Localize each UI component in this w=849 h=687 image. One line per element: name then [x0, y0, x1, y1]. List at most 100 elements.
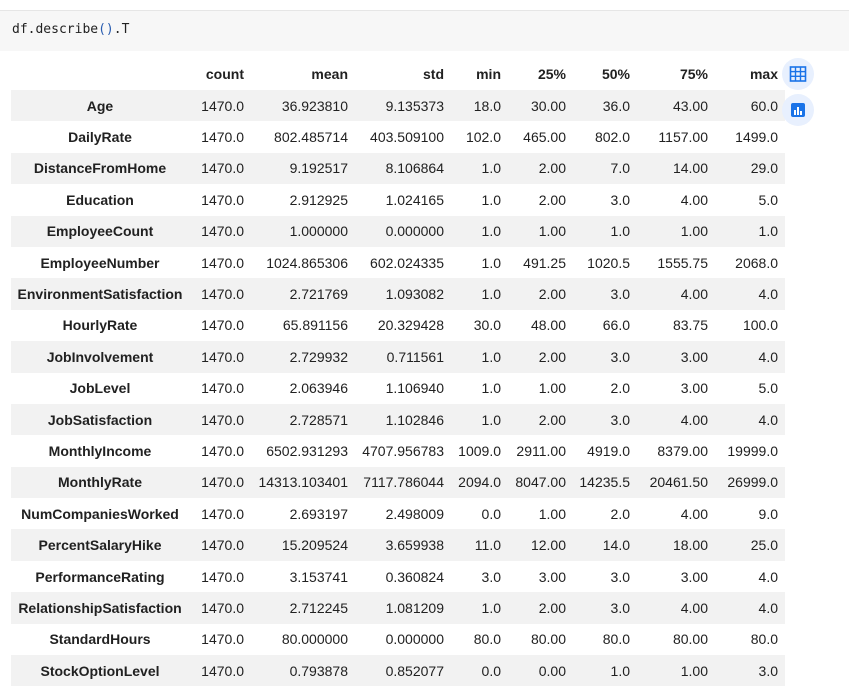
table-cell: 2.063946	[289, 380, 348, 397]
header-row: count mean std min 25% 50% 75% max	[11, 58, 785, 90]
table-cell: 3.0	[610, 568, 630, 585]
table-cell: 2068.0	[735, 254, 778, 271]
table-cell: 802.0	[594, 129, 630, 146]
table-cell: 1470.0	[201, 380, 244, 397]
table-cell: 491.25	[523, 254, 566, 271]
table-cell: 1470.0	[201, 129, 244, 146]
table-cell: 2.729932	[289, 348, 348, 365]
table-cell: 1024.865306	[266, 254, 348, 271]
table-cell: 1.102846	[385, 411, 444, 428]
table-cell: 0.000000	[385, 223, 444, 240]
table-cell: 3.0	[610, 348, 630, 365]
row-label: JobSatisfaction	[47, 411, 153, 428]
table-cell: 2.0	[610, 505, 630, 522]
table-cell: 1.093082	[385, 286, 444, 303]
table-row: Education 1470.0 2.912925 1.024165 1.0 2.00 3.…	[11, 184, 785, 216]
table-row: DailyRate 1470.0 802.485714 403.509100 102.0…	[11, 121, 785, 153]
table-cell: 9.0	[758, 505, 778, 522]
table-row: JobInvolvement 1470.0 2.729932 0.711561 1.0 2…	[11, 341, 785, 373]
table-cell: 1.0	[481, 160, 501, 177]
table-cell: 1.0	[481, 599, 501, 616]
table-cell: 1555.75	[657, 254, 708, 271]
table-cell: 403.509100	[370, 129, 444, 146]
table-row: PerformanceRating 1470.0 3.153741 0.360824 3…	[11, 560, 785, 593]
table-row: PercentSalaryHike 1470.0 15.209524 3.659938…	[11, 529, 785, 561]
table-cell: 3.00	[680, 380, 708, 397]
column-header: 25%	[537, 66, 566, 82]
table-cell: 465.00	[523, 129, 566, 146]
code-cell[interactable]: df.describe().T	[0, 11, 849, 51]
table-cell: 29.0	[750, 160, 778, 177]
table-row: MonthlyRate 1470.0 14313.103401 7117.786044…	[11, 466, 785, 499]
row-label: Age	[86, 97, 114, 114]
table-cell: 4.00	[680, 411, 708, 428]
table-cell: 80.00	[530, 631, 566, 648]
table-row: JobLevel 1470.0 2.063946 1.106940 1.0 1.00 2.0…	[11, 372, 785, 404]
table-cell: 7117.786044	[363, 474, 444, 491]
code-text-paren: ()	[98, 22, 114, 37]
row-label: EmployeeCount	[46, 223, 154, 240]
table-cell: 11.0	[474, 537, 501, 554]
table-cell: 3.0	[610, 599, 630, 616]
table-cell: 14.0	[602, 537, 630, 554]
table-cell: 0.852077	[385, 662, 444, 679]
table-cell: 14235.5	[579, 474, 630, 491]
table-cell: 7.0	[610, 160, 630, 177]
table-cell: 3.0	[610, 191, 630, 208]
row-label: RelationshipSatisfaction	[18, 599, 182, 616]
table-cell: 0.000000	[385, 631, 444, 648]
table-cell: 2.721769	[289, 286, 348, 303]
table-cell: 4919.0	[587, 442, 630, 459]
table-cell: 66.0	[602, 317, 630, 334]
table-cell: 1157.00	[658, 129, 708, 146]
table-row: StandardHours 1470.0 80.000000 0.000000 80.0…	[11, 623, 785, 656]
table-cell: 1470.0	[201, 223, 244, 240]
table-cell: 18.00	[672, 537, 708, 554]
table-row: Age 1470.0 36.923810 9.135373 18.0 30.00 36.0 4…	[11, 90, 785, 122]
table-cell: 4.00	[680, 599, 708, 616]
column-header: 75%	[679, 66, 708, 82]
table-row: EmployeeNumber 1470.0 1024.865306 602.02433…	[11, 246, 785, 279]
suggest-charts-button[interactable]	[782, 94, 814, 126]
table-cell: 36.0	[602, 97, 630, 114]
column-header: count	[205, 66, 244, 82]
table-cell: 3.659938	[385, 537, 444, 554]
table-cell: 3.0	[610, 286, 630, 303]
table-cell: 1.0	[610, 223, 630, 240]
row-label: MonthlyRate	[58, 474, 142, 491]
table-row: RelationshipSatisfaction 1470.0 2.712245 1.…	[11, 592, 785, 624]
table-cell: 60.0	[750, 97, 778, 114]
table-cell: 1.0	[481, 380, 501, 397]
table-cell: 0.0	[481, 505, 501, 522]
table-cell: 1020.5	[587, 254, 630, 271]
table-cell: 80.0	[750, 631, 778, 648]
convert-to-interactive-table-button[interactable]	[782, 58, 814, 90]
table-cell: 4707.956783	[362, 442, 444, 459]
table-cell: 3.00	[680, 568, 708, 585]
table-cell: 48.00	[530, 317, 566, 334]
bar-chart-icon	[789, 101, 807, 119]
column-header: mean	[311, 66, 348, 82]
table-cell: 802.485714	[274, 129, 348, 146]
table-cell: 4.0	[758, 286, 778, 303]
table-cell: 2.712245	[289, 599, 348, 616]
column-header: std	[423, 66, 444, 82]
table-cell: 2.00	[538, 411, 566, 428]
table-cell: 2.912925	[289, 191, 348, 208]
table-cell: 1470.0	[201, 505, 244, 522]
table-cell: 1470.0	[201, 442, 244, 459]
table-cell: 14.00	[672, 160, 708, 177]
table-cell: 1.0	[481, 191, 501, 208]
row-label: HourlyRate	[62, 317, 138, 334]
table-cell: 1.00	[538, 505, 566, 522]
table-cell: 1470.0	[201, 411, 244, 428]
table-cell: 8.106864	[385, 160, 444, 177]
column-header: max	[749, 66, 778, 82]
table-cell: 80.0	[473, 631, 501, 648]
row-label: NumCompaniesWorked	[21, 505, 179, 522]
table-cell: 65.891156	[282, 317, 348, 334]
table-cell: 83.75	[672, 317, 708, 334]
table-cell: 8047.00	[515, 474, 566, 491]
table-cell: 1.0	[610, 662, 630, 679]
table-row: StockOptionLevel 1470.0 0.793878 0.852077 0.…	[11, 655, 785, 687]
